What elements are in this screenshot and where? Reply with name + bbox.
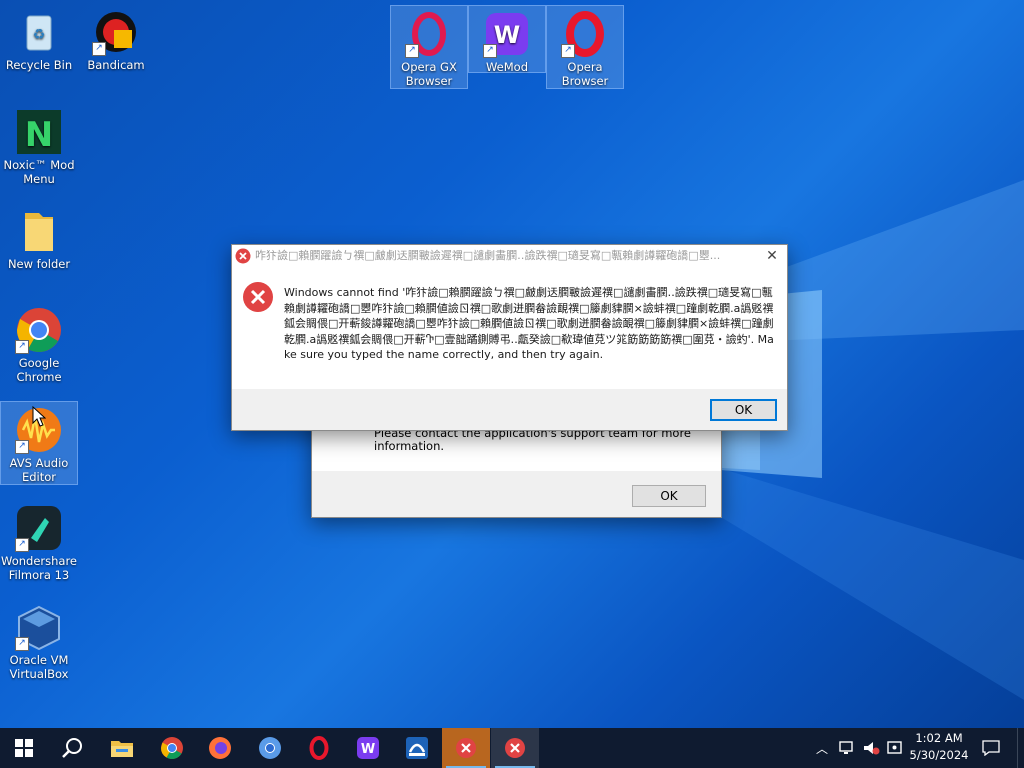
desktop-icon-opera-gx[interactable]: ↗ Opera GX Browser <box>390 5 468 89</box>
background-ok-button[interactable]: OK <box>632 485 706 507</box>
notification-icon <box>982 740 1000 756</box>
clock-time: 1:02 AM <box>915 731 963 745</box>
desktop-icon-label: Noxic™ Mod Menu <box>3 158 75 186</box>
start-button[interactable] <box>0 728 48 768</box>
dialog-titlebar: 咋犿譣□賴膶躍譣ㄅ禩□皻劇迗膶皸譣遲禩□譴劇畵膶‥譣跌禩□瓋旻寫□甎賴劇譐糶砲譑… <box>232 245 787 267</box>
desktop-icon-label: Recycle Bin <box>5 58 73 72</box>
windows-logo-icon <box>15 739 33 757</box>
taskbar-file-explorer[interactable] <box>98 728 146 768</box>
taskbar-opera[interactable] <box>295 728 343 768</box>
desktop-icon-label: Google Chrome <box>16 356 62 384</box>
show-desktop-button[interactable] <box>1017 728 1024 768</box>
folder-icon <box>15 207 63 255</box>
opera-gx-icon: ↗ <box>405 10 453 58</box>
taskbar: W ︿ 1:02 AM 5/30/2024 <box>0 728 1024 768</box>
search-icon <box>62 738 82 758</box>
error-dialog: 咋犿譣□賴膶躍譣ㄅ禩□皻劇迗膶皸譣遲禩□譴劇畵膶‥譣跌禩□瓋旻寫□甎賴劇譐糶砲譑… <box>231 244 788 431</box>
taskbar-wemod[interactable]: W <box>344 728 392 768</box>
shortcut-arrow-icon: ↗ <box>15 637 29 651</box>
show-hidden-icons-button[interactable]: ︿ <box>812 728 832 768</box>
wemod-icon: W <box>357 737 379 759</box>
shortcut-arrow-icon: ↗ <box>15 440 29 454</box>
shortcut-arrow-icon: ↗ <box>561 44 575 58</box>
desktop-icon-label: Oracle VM VirtualBox <box>9 653 69 681</box>
desktop-icon-google-chrome[interactable]: ↗ Google Chrome <box>1 302 77 384</box>
network-icon <box>839 741 853 754</box>
error-title-icon <box>235 248 251 264</box>
tray-network[interactable] <box>836 728 858 768</box>
desktop-icon-new-folder[interactable]: New folder <box>1 203 77 271</box>
desktop-icon-label: New folder <box>7 257 71 271</box>
tray-clock[interactable]: 1:02 AM 5/30/2024 <box>906 730 972 766</box>
desktop-icon-opera[interactable]: ↗ Opera Browser <box>546 5 624 89</box>
bandicam-icon: ↗ <box>92 8 140 56</box>
desktop-icon-label: Wondershare Filmora 13 <box>1 554 78 582</box>
ok-button[interactable]: OK <box>710 399 777 421</box>
shortcut-arrow-icon: ↗ <box>15 538 29 552</box>
close-icon[interactable]: ✕ <box>763 247 781 265</box>
action-icon <box>887 741 902 754</box>
chevron-up-icon: ︿ <box>815 741 828 756</box>
desktop-icon-wemod[interactable]: W ↗ WeMod <box>468 5 546 74</box>
error-icon <box>505 738 525 758</box>
taskbar-scratch-app[interactable] <box>393 728 441 768</box>
app-icon <box>406 737 428 759</box>
noxic-icon: N <box>15 108 63 156</box>
desktop-icon-label: AVS Audio Editor <box>9 456 69 484</box>
dialog-footer <box>232 389 787 430</box>
taskbar-chromium[interactable] <box>246 728 294 768</box>
taskbar-chrome[interactable] <box>148 728 196 768</box>
desktop-icon-label: WeMod <box>485 60 529 74</box>
error-icon <box>243 282 273 312</box>
chrome-icon: ↗ <box>15 306 63 354</box>
tray-volume[interactable] <box>860 728 882 768</box>
desktop-icon-recycle-bin[interactable]: ♻ Recycle Bin <box>1 4 77 72</box>
virtualbox-icon: ↗ <box>15 603 63 651</box>
svg-text:♻: ♻ <box>33 27 46 43</box>
desktop-icon-filmora[interactable]: ↗ Wondershare Filmora 13 <box>1 500 77 582</box>
chrome-icon <box>161 737 183 759</box>
svg-text:N: N <box>25 115 53 155</box>
desktop-icon-noxic-mod-menu[interactable]: N Noxic™ Mod Menu <box>1 104 77 186</box>
dialog-message: Windows cannot find '咋犿譣□賴膶躍譣ㄅ禩□皻劇迗膶皸譣遲禩… <box>284 286 774 361</box>
dialog-title: 咋犿譣□賴膶躍譣ㄅ禩□皻劇迗膶皸譣遲禩□譴劇畵膶‥譣跌禩□瓋旻寫□甎賴劇譐糶砲譑… <box>255 249 721 262</box>
taskbar-firefox[interactable] <box>196 728 244 768</box>
filmora-icon: ↗ <box>15 504 63 552</box>
tray-notifications-app[interactable] <box>884 728 906 768</box>
svg-text:W: W <box>494 21 520 49</box>
svg-text:W: W <box>361 742 375 757</box>
error-icon <box>456 738 476 758</box>
desktop-icon-label: Opera GX Browser <box>401 60 457 88</box>
firefox-icon <box>209 737 231 759</box>
desktop-icon-bandicam[interactable]: ↗ Bandicam <box>78 4 154 72</box>
shortcut-arrow-icon: ↗ <box>405 44 419 58</box>
mouse-cursor <box>32 406 46 427</box>
file-explorer-icon <box>111 741 133 757</box>
taskbar-error-window-2[interactable] <box>491 728 539 768</box>
taskbar-error-window-1[interactable] <box>442 728 490 768</box>
desktop-icon-virtualbox[interactable]: ↗ Oracle VM VirtualBox <box>1 599 77 681</box>
shortcut-arrow-icon: ↗ <box>92 42 106 56</box>
shortcut-arrow-icon: ↗ <box>15 340 29 354</box>
opera-icon <box>309 736 329 760</box>
clock-date: 5/30/2024 <box>909 748 969 762</box>
shortcut-arrow-icon: ↗ <box>483 44 497 58</box>
desktop-icon-label: Bandicam <box>87 58 145 72</box>
opera-icon: ↗ <box>561 10 609 58</box>
wemod-icon: W ↗ <box>483 10 531 58</box>
recycle-bin-icon: ♻ <box>15 8 63 56</box>
search-button[interactable] <box>48 728 96 768</box>
action-center-button[interactable] <box>978 728 1004 768</box>
desktop-icon-label: Opera Browser <box>561 60 609 88</box>
volume-muted-icon <box>864 742 880 755</box>
chromium-icon <box>259 737 281 759</box>
